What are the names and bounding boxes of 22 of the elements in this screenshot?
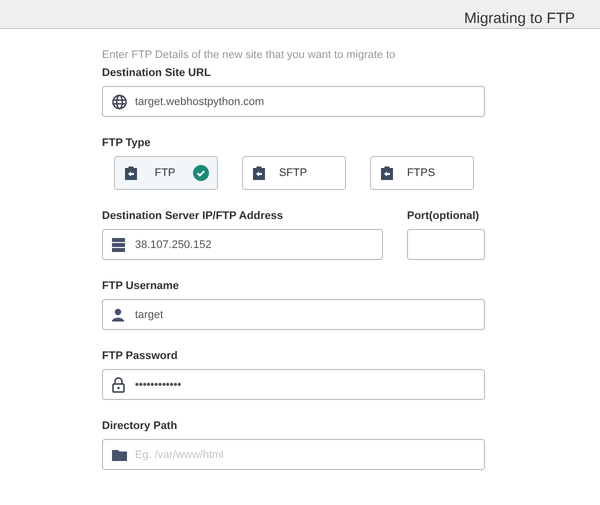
field-label: Port(optional) — [407, 209, 480, 223]
field-label: FTP Username — [102, 279, 180, 293]
clipboard-icon — [125, 166, 137, 180]
instruction-text: Enter FTP Details of the new site that you want to migrate to — [102, 48, 396, 62]
directory-path-field[interactable]: Eg. /var/www/html — [102, 439, 485, 470]
ftp-type-option[interactable]: SFTP — [242, 156, 346, 190]
server-address-field[interactable]: 38.107.250.152 — [102, 229, 383, 260]
port-field[interactable] — [407, 229, 485, 260]
field-label: FTP Password — [102, 349, 179, 363]
page-title: Migrating to FTP — [464, 8, 575, 28]
clipboard-icon — [253, 166, 265, 180]
password-field[interactable]: •••••••••••• — [102, 369, 485, 400]
field-label: Destination Site URL — [102, 66, 212, 80]
url-field[interactable]: target.webhostpython.com — [102, 86, 485, 117]
check-icon — [193, 165, 209, 181]
field-label: Destination Server IP/FTP Address — [102, 209, 284, 223]
field-label: Directory Path — [102, 419, 178, 433]
field-label: FTP Type — [102, 136, 152, 150]
ftp-type-option[interactable]: FTP — [114, 156, 218, 190]
clipboard-icon — [381, 166, 393, 180]
ftp-type-option[interactable]: FTPS — [370, 156, 474, 190]
username-field[interactable]: target — [102, 299, 485, 330]
